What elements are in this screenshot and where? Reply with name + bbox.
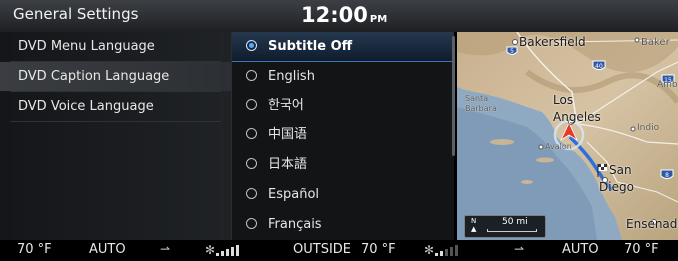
clock: 12:00 PM — [301, 3, 387, 27]
outside-label: OUTSIDE — [293, 242, 351, 257]
map-scale: N ▲ 50 mi — [464, 215, 546, 238]
option-label: Français — [268, 217, 322, 232]
option-label: Español — [268, 187, 320, 202]
status-bar: General Settings 12:00 PM — [0, 0, 678, 32]
navigation-map[interactable]: 5 40 15 8 Bakersfield Baker Amb Santa Ba… — [457, 32, 678, 240]
radio-selected-icon — [246, 40, 257, 51]
settings-menu: DVD Menu Language DVD Caption Language D… — [0, 32, 231, 240]
clock-ampm: PM — [369, 14, 388, 25]
option-label: 한국어 — [268, 98, 304, 113]
left-temp[interactable]: 70 °F — [17, 242, 52, 257]
north-indicator-icon: N ▲ — [471, 217, 477, 233]
option-label: 日本語 — [268, 157, 308, 172]
map-label-diego: Diego — [599, 180, 634, 194]
right-airflow-icon[interactable]: ⇀ — [514, 242, 524, 256]
map-label-santa: Santa — [465, 94, 489, 103]
radio-icon — [246, 158, 257, 169]
radio-icon — [246, 99, 257, 110]
map-label-los: Los — [553, 93, 574, 107]
map-label-ensenada: Ensenada — [626, 217, 678, 231]
scale-distance: 50 mi — [502, 217, 528, 227]
map-label-indio: Indio — [637, 123, 660, 133]
caption-language-list: Subtitle Off English 한국어 中国语 日本語 Español… — [231, 32, 454, 240]
left-auto-mode[interactable]: AUTO — [89, 242, 126, 257]
right-fan-icon: ✻ — [424, 243, 435, 257]
menu-item-dvd-menu-language[interactable]: DVD Menu Language — [0, 32, 231, 61]
page-title: General Settings — [13, 5, 139, 23]
map-label-bakersfield: Bakersfield — [519, 35, 586, 49]
climate-bar: 70 °F AUTO ⇀ ✻ OUTSIDE 70 °F ✻ ⇀ AUTO 70… — [0, 240, 678, 261]
left-fan-speed[interactable] — [216, 245, 246, 256]
outside-temp: 70 °F — [361, 242, 396, 257]
map-terrain — [457, 32, 678, 240]
radio-icon — [246, 128, 257, 139]
shield-label: 8 — [665, 172, 669, 179]
map-label-barbara: Barbara — [465, 104, 497, 113]
radio-icon — [246, 70, 257, 81]
menu-item-dvd-caption-language[interactable]: DVD Caption Language — [0, 62, 231, 91]
option-japanese[interactable]: 日本語 — [232, 150, 454, 179]
option-korean[interactable]: 한국어 — [232, 91, 454, 120]
north-label: N — [471, 217, 477, 225]
option-label: 中国语 — [268, 127, 308, 142]
left-fan-icon: ✻ — [205, 243, 216, 257]
menu-item-dvd-voice-language[interactable]: DVD Voice Language — [0, 92, 231, 121]
right-fan-speed[interactable] — [435, 245, 465, 256]
option-subtitle-off[interactable]: Subtitle Off — [232, 32, 454, 62]
highway-shield-icon: 5 — [506, 46, 518, 55]
list-scrollbar[interactable] — [452, 36, 455, 156]
map-label-san: San — [609, 163, 632, 177]
menu-divider — [10, 121, 221, 122]
right-temp[interactable]: 70 °F — [624, 242, 659, 257]
menu-item-label: DVD Voice Language — [18, 99, 154, 114]
radio-icon — [246, 218, 257, 229]
menu-item-label: DVD Caption Language — [18, 69, 170, 84]
map-label-angeles: Angeles — [553, 110, 601, 124]
map-label-baker: Baker — [641, 37, 670, 48]
option-english[interactable]: English — [232, 62, 454, 91]
shield-label: 5 — [510, 48, 514, 55]
radio-icon — [246, 188, 257, 199]
option-french[interactable]: Français — [232, 210, 454, 239]
option-label: English — [268, 69, 315, 84]
highway-shield-icon: 8 — [660, 169, 674, 179]
scale-bar — [487, 229, 537, 232]
highway-shield-icon: 40 — [592, 60, 606, 70]
shield-label: 40 — [595, 63, 603, 70]
option-spanish[interactable]: Español — [232, 180, 454, 209]
right-auto-mode[interactable]: AUTO — [562, 242, 599, 257]
map-label-avalon: Avalon — [545, 142, 572, 151]
map-label-amb: Amb — [657, 80, 678, 90]
clock-time: 12:00 — [301, 3, 368, 27]
left-airflow-icon[interactable]: ⇀ — [160, 242, 170, 256]
option-chinese[interactable]: 中国语 — [232, 120, 454, 149]
option-label: Subtitle Off — [268, 39, 353, 54]
menu-item-label: DVD Menu Language — [18, 39, 155, 54]
